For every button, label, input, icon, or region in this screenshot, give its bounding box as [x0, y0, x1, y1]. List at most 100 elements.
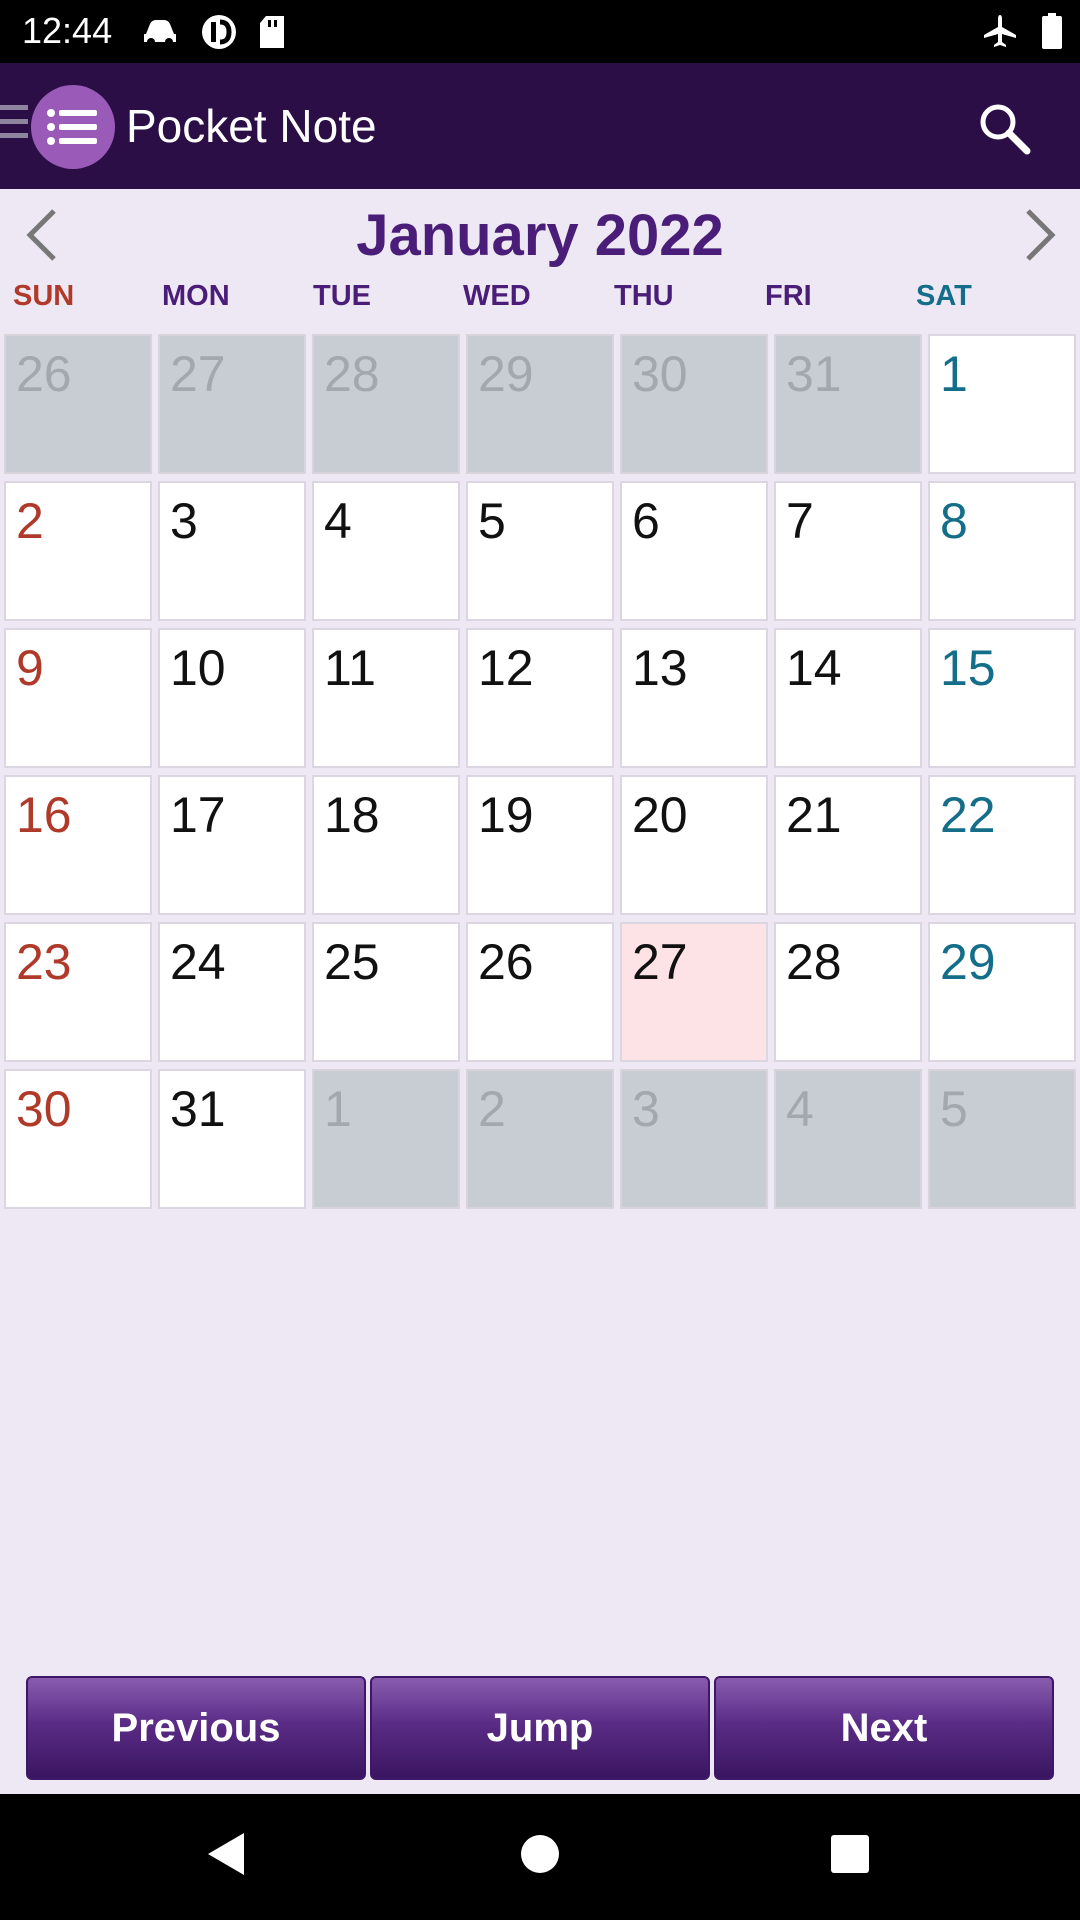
calendar-day[interactable]: 6: [620, 481, 768, 621]
calendar-day[interactable]: 11: [312, 628, 460, 768]
day-number: 6: [632, 493, 660, 549]
calendar-day-outside[interactable]: 27: [158, 334, 306, 474]
day-number: 20: [632, 787, 688, 843]
app-logo[interactable]: [31, 85, 115, 169]
day-number: 23: [16, 934, 72, 990]
day-number: 2: [478, 1081, 506, 1137]
day-number: 10: [170, 640, 226, 696]
day-number: 15: [940, 640, 996, 696]
status-bar: 12:44: [0, 0, 1080, 63]
calendar-day[interactable]: 26: [466, 922, 614, 1062]
calendar-day[interactable]: 5: [466, 481, 614, 621]
day-number: 17: [170, 787, 226, 843]
calendar-day[interactable]: 4: [312, 481, 460, 621]
day-number: 1: [940, 346, 968, 402]
list-icon: [47, 109, 97, 145]
day-number: 29: [940, 934, 996, 990]
day-number: 21: [786, 787, 842, 843]
day-number: 4: [786, 1081, 814, 1137]
calendar-day-outside[interactable]: 1: [312, 1069, 460, 1209]
day-number: 18: [324, 787, 380, 843]
day-number: 5: [478, 493, 506, 549]
calendar-day[interactable]: 1: [928, 334, 1076, 474]
calendar-day[interactable]: 23: [4, 922, 152, 1062]
calendar-day[interactable]: 2: [4, 481, 152, 621]
calendar-day[interactable]: 25: [312, 922, 460, 1062]
calendar-day-outside[interactable]: 5: [928, 1069, 1076, 1209]
previous-button[interactable]: Previous: [26, 1676, 366, 1780]
calendar-day-outside[interactable]: 30: [620, 334, 768, 474]
calendar-day[interactable]: 7: [774, 481, 922, 621]
day-number: 30: [16, 1081, 72, 1137]
weekday-fri: FRI: [765, 280, 812, 312]
day-number: 26: [16, 346, 72, 402]
calendar-day[interactable]: 31: [158, 1069, 306, 1209]
weekday-sat: SAT: [916, 280, 972, 312]
weekday-mon: MON: [162, 280, 230, 312]
day-number: 4: [324, 493, 352, 549]
calendar-day-outside[interactable]: 26: [4, 334, 152, 474]
battery-icon: [1042, 13, 1062, 49]
calendar-day[interactable]: 29: [928, 922, 1076, 1062]
calendar-day[interactable]: 14: [774, 628, 922, 768]
weekday-wed: WED: [463, 280, 531, 312]
month-title: January 2022: [356, 203, 724, 268]
month-header: January 2022: [0, 189, 1080, 279]
day-number: 22: [940, 787, 996, 843]
refresh-icon: [202, 15, 236, 49]
day-number: 30: [632, 346, 688, 402]
calendar-day[interactable]: 28: [774, 922, 922, 1062]
calendar-day[interactable]: 17: [158, 775, 306, 915]
calendar-day[interactable]: 20: [620, 775, 768, 915]
next-button[interactable]: Next: [714, 1676, 1054, 1780]
calendar-day[interactable]: 18: [312, 775, 460, 915]
calendar-day[interactable]: 16: [4, 775, 152, 915]
calendar-day-outside[interactable]: 4: [774, 1069, 922, 1209]
system-nav-bar: [0, 1794, 1080, 1920]
calendar-day[interactable]: 19: [466, 775, 614, 915]
day-number: 26: [478, 934, 534, 990]
home-icon[interactable]: [518, 1829, 562, 1879]
weekday-header: SUN MON TUE WED THU FRI SAT: [0, 278, 1080, 318]
day-number: 31: [786, 346, 842, 402]
calendar-day[interactable]: 27: [620, 922, 768, 1062]
chevron-right-icon: [1026, 209, 1056, 261]
calendar-day[interactable]: 15: [928, 628, 1076, 768]
calendar-day-outside[interactable]: 2: [466, 1069, 614, 1209]
calendar-day-outside[interactable]: 29: [466, 334, 614, 474]
day-number: 24: [170, 934, 226, 990]
status-icons-right: [982, 10, 1062, 52]
calendar-day-outside[interactable]: 3: [620, 1069, 768, 1209]
menu-icon[interactable]: [0, 105, 28, 145]
weekday-tue: TUE: [313, 280, 371, 312]
calendar-day[interactable]: 9: [4, 628, 152, 768]
jump-button[interactable]: Jump: [370, 1676, 710, 1780]
calendar-day[interactable]: 12: [466, 628, 614, 768]
calendar-day[interactable]: 30: [4, 1069, 152, 1209]
day-number: 12: [478, 640, 534, 696]
day-number: 8: [940, 493, 968, 549]
next-month-button[interactable]: [1008, 203, 1068, 267]
day-number: 3: [170, 493, 198, 549]
day-number: 2: [16, 493, 44, 549]
search-button[interactable]: [975, 99, 1035, 159]
calendar-day[interactable]: 24: [158, 922, 306, 1062]
calendar-day[interactable]: 10: [158, 628, 306, 768]
calendar-day[interactable]: 8: [928, 481, 1076, 621]
weekday-sun: SUN: [13, 280, 75, 312]
calendar-day-outside[interactable]: 28: [312, 334, 460, 474]
calendar-day-outside[interactable]: 31: [774, 334, 922, 474]
day-number: 27: [632, 934, 688, 990]
search-icon: [980, 104, 1031, 155]
calendar-day[interactable]: 21: [774, 775, 922, 915]
calendar-day[interactable]: 22: [928, 775, 1076, 915]
recents-icon[interactable]: [828, 1829, 872, 1879]
calendar-day[interactable]: 13: [620, 628, 768, 768]
day-number: 19: [478, 787, 534, 843]
car-icon: [144, 20, 176, 46]
day-number: 28: [324, 346, 380, 402]
back-icon[interactable]: [204, 1829, 248, 1879]
day-number: 16: [16, 787, 72, 843]
calendar-day[interactable]: 3: [158, 481, 306, 621]
day-number: 29: [478, 346, 534, 402]
